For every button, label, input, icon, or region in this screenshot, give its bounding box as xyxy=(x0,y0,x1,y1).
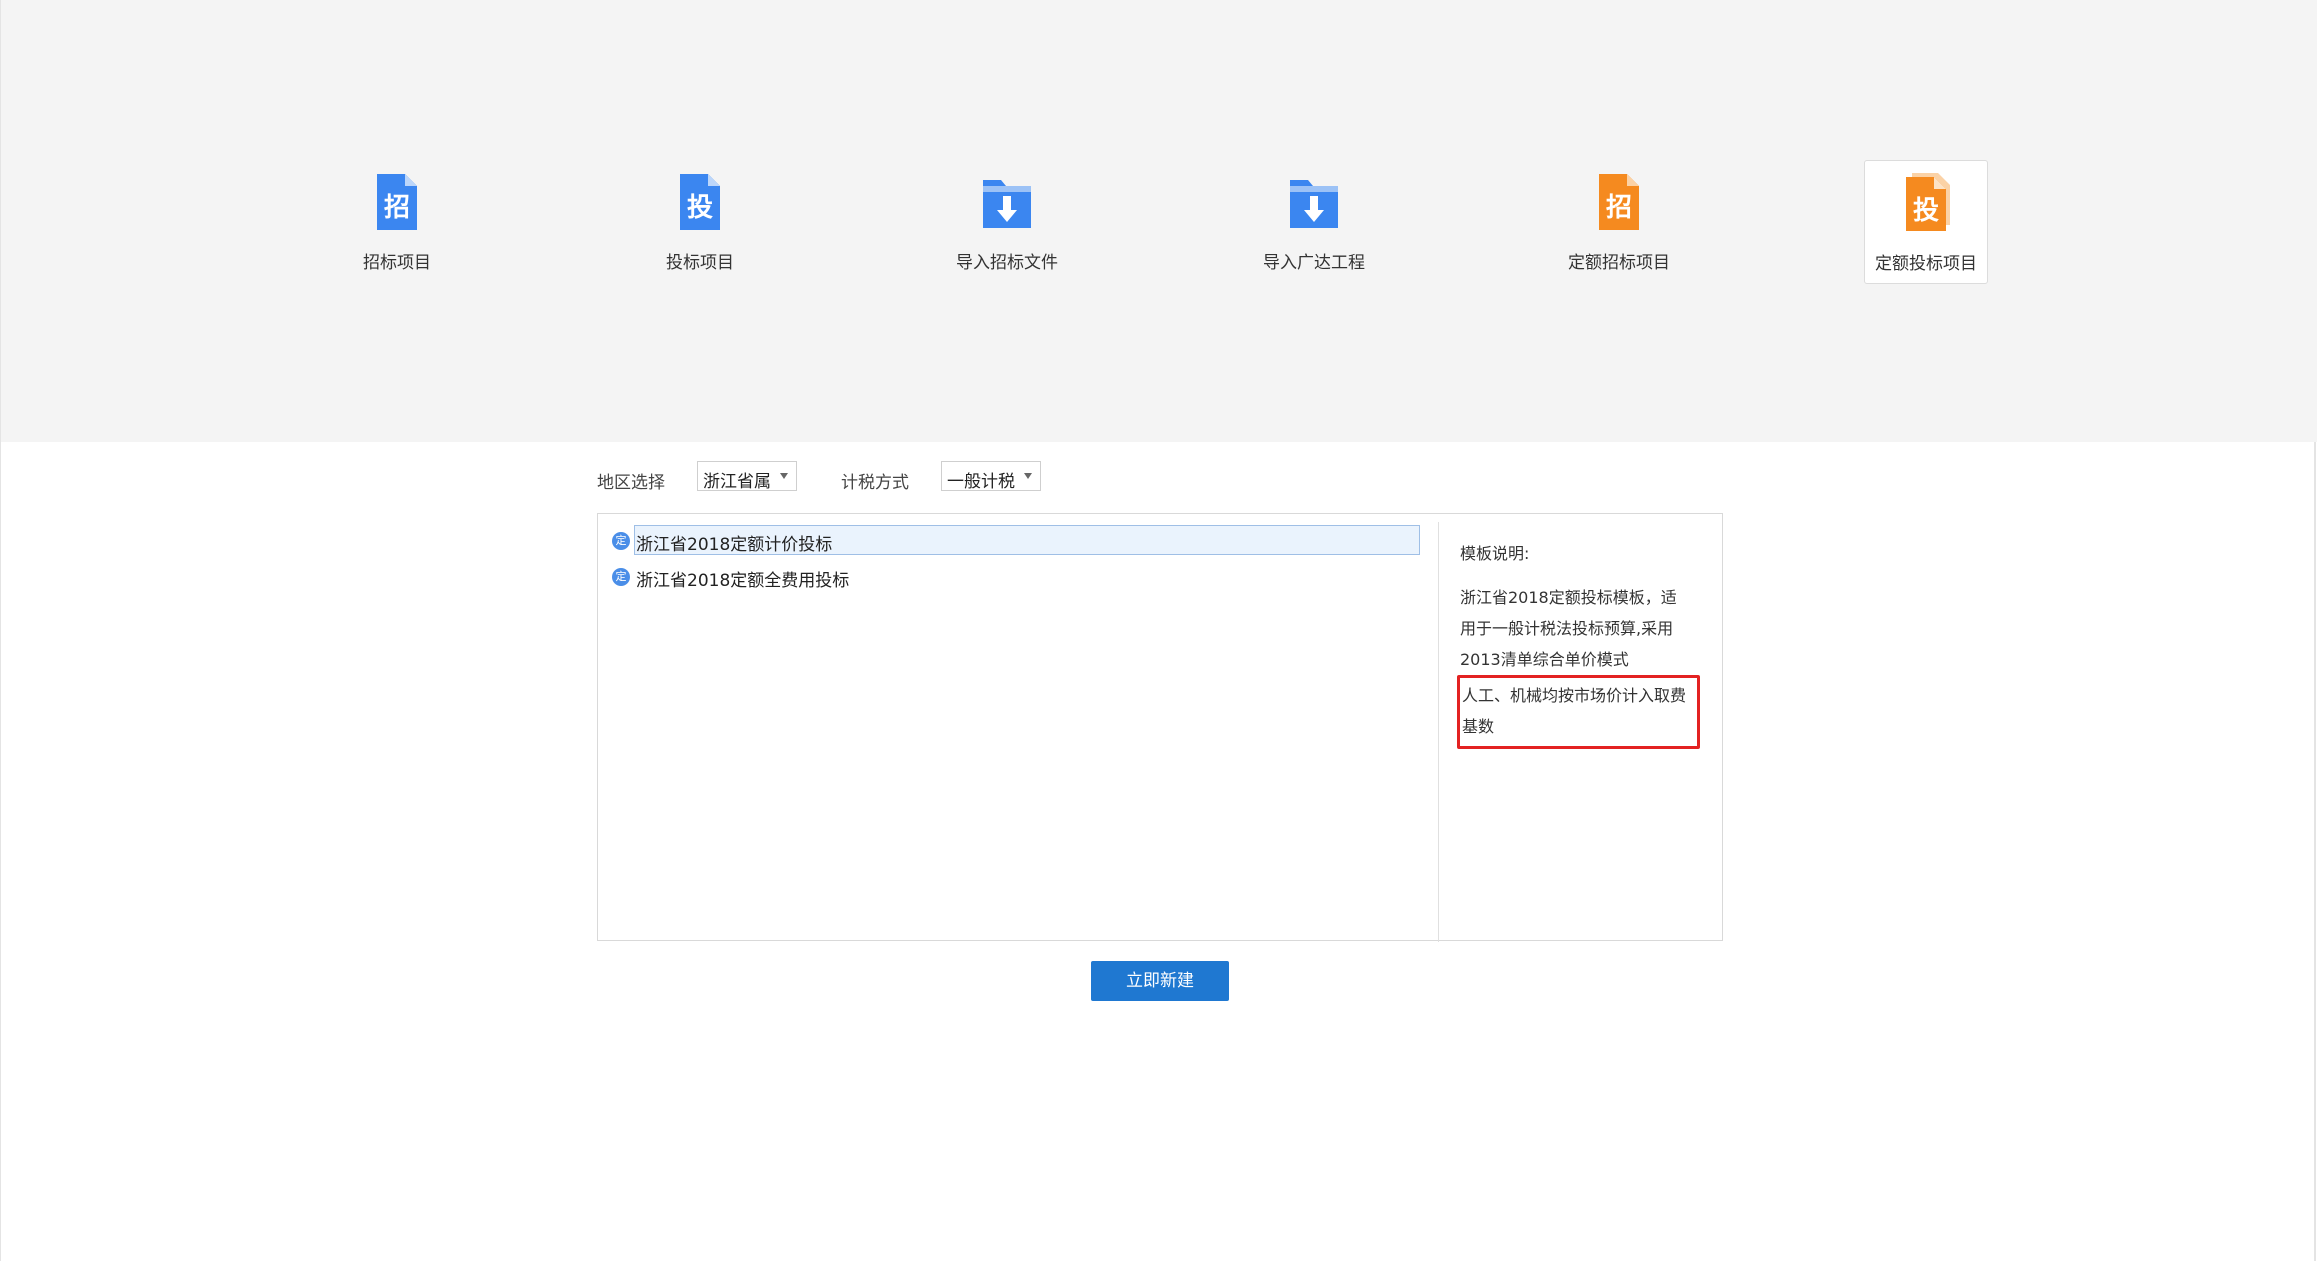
tile-quota-bid-project[interactable]: 招 定额招标项目 xyxy=(1557,160,1681,284)
tile-bid-project[interactable]: 招 招标项目 xyxy=(335,160,459,284)
description-line: 2013清单综合单价模式 xyxy=(1460,650,1629,669)
region-select-value: 浙江省属 xyxy=(703,472,771,492)
tou-quota-document-icon: 投 xyxy=(1906,173,1950,231)
region-label: 地区选择 xyxy=(597,473,665,493)
tile-tender-project[interactable]: 投 投标项目 xyxy=(638,160,762,284)
tile-label: 定额招标项目 xyxy=(1568,253,1670,273)
tile-label: 导入招标文件 xyxy=(956,253,1058,273)
template-item-label: 浙江省2018定额全费用投标 xyxy=(636,571,850,591)
description-line: 人工、机械均按市场价计入取费 xyxy=(1462,686,1687,705)
quota-globe-icon: 定 xyxy=(612,568,630,586)
tax-method-select-value: 一般计税 xyxy=(947,472,1015,492)
description-line: 浙江省2018定额投标模板，适 xyxy=(1460,588,1677,607)
highlight-annotation-box: 人工、机械均按市场价计入取费 基数 xyxy=(1457,675,1700,749)
tile-label: 投标项目 xyxy=(666,253,734,273)
tile-import-guangda-project[interactable]: 导入广达工程 xyxy=(1252,160,1376,284)
app-window: 招 招标项目 投 投标项目 导入招标文件 导入广达工程 招 定额招标项目 投 定… xyxy=(0,0,2317,1261)
tile-import-bid-file[interactable]: 导入招标文件 xyxy=(945,160,1069,284)
tile-label: 招标项目 xyxy=(363,253,431,273)
template-item[interactable]: 定 浙江省2018定额全费用投标 xyxy=(612,561,1432,593)
import-folder-icon xyxy=(983,180,1031,228)
tax-method-select[interactable]: 一般计税 xyxy=(941,461,1041,492)
panel-divider xyxy=(1438,522,1439,942)
tile-label: 定额投标项目 xyxy=(1875,254,1977,274)
chevron-down-icon xyxy=(780,473,788,479)
template-item[interactable]: 定 浙江省2018定额计价投标 xyxy=(612,525,1432,557)
project-type-toolbar: 招 招标项目 投 投标项目 导入招标文件 导入广达工程 招 定额招标项目 投 定… xyxy=(1,0,2317,442)
template-description: 模板说明: 浙江省2018定额投标模板，适 用于一般计税法投标预算,采用 201… xyxy=(1457,540,1700,749)
create-now-button[interactable]: 立即新建 xyxy=(1091,961,1229,1001)
svg-text:投: 投 xyxy=(687,193,713,223)
description-line: 用于一般计税法投标预算,采用 xyxy=(1460,619,1674,638)
svg-text:招: 招 xyxy=(1606,193,1632,223)
tax-method-label: 计税方式 xyxy=(841,473,909,493)
import-folder-icon xyxy=(1290,180,1338,228)
quota-globe-icon: 定 xyxy=(612,532,630,550)
svg-text:投: 投 xyxy=(1913,196,1939,226)
tile-quota-tender-project[interactable]: 投 定额投标项目 xyxy=(1864,160,1988,284)
zhao-document-icon: 招 xyxy=(377,174,417,230)
zhao-quota-document-icon: 招 xyxy=(1599,174,1639,230)
description-title: 模板说明: xyxy=(1460,544,1530,563)
tou-document-icon: 投 xyxy=(680,174,720,230)
svg-text:招: 招 xyxy=(384,193,410,223)
tile-label: 导入广达工程 xyxy=(1263,253,1365,273)
template-item-label: 浙江省2018定额计价投标 xyxy=(636,535,833,555)
description-line: 基数 xyxy=(1462,717,1495,736)
region-select[interactable]: 浙江省属 xyxy=(697,461,797,492)
chevron-down-icon xyxy=(1024,473,1032,479)
template-panel: 定 浙江省2018定额计价投标 定 浙江省2018定额全费用投标 模板说明: 浙… xyxy=(597,513,1723,942)
